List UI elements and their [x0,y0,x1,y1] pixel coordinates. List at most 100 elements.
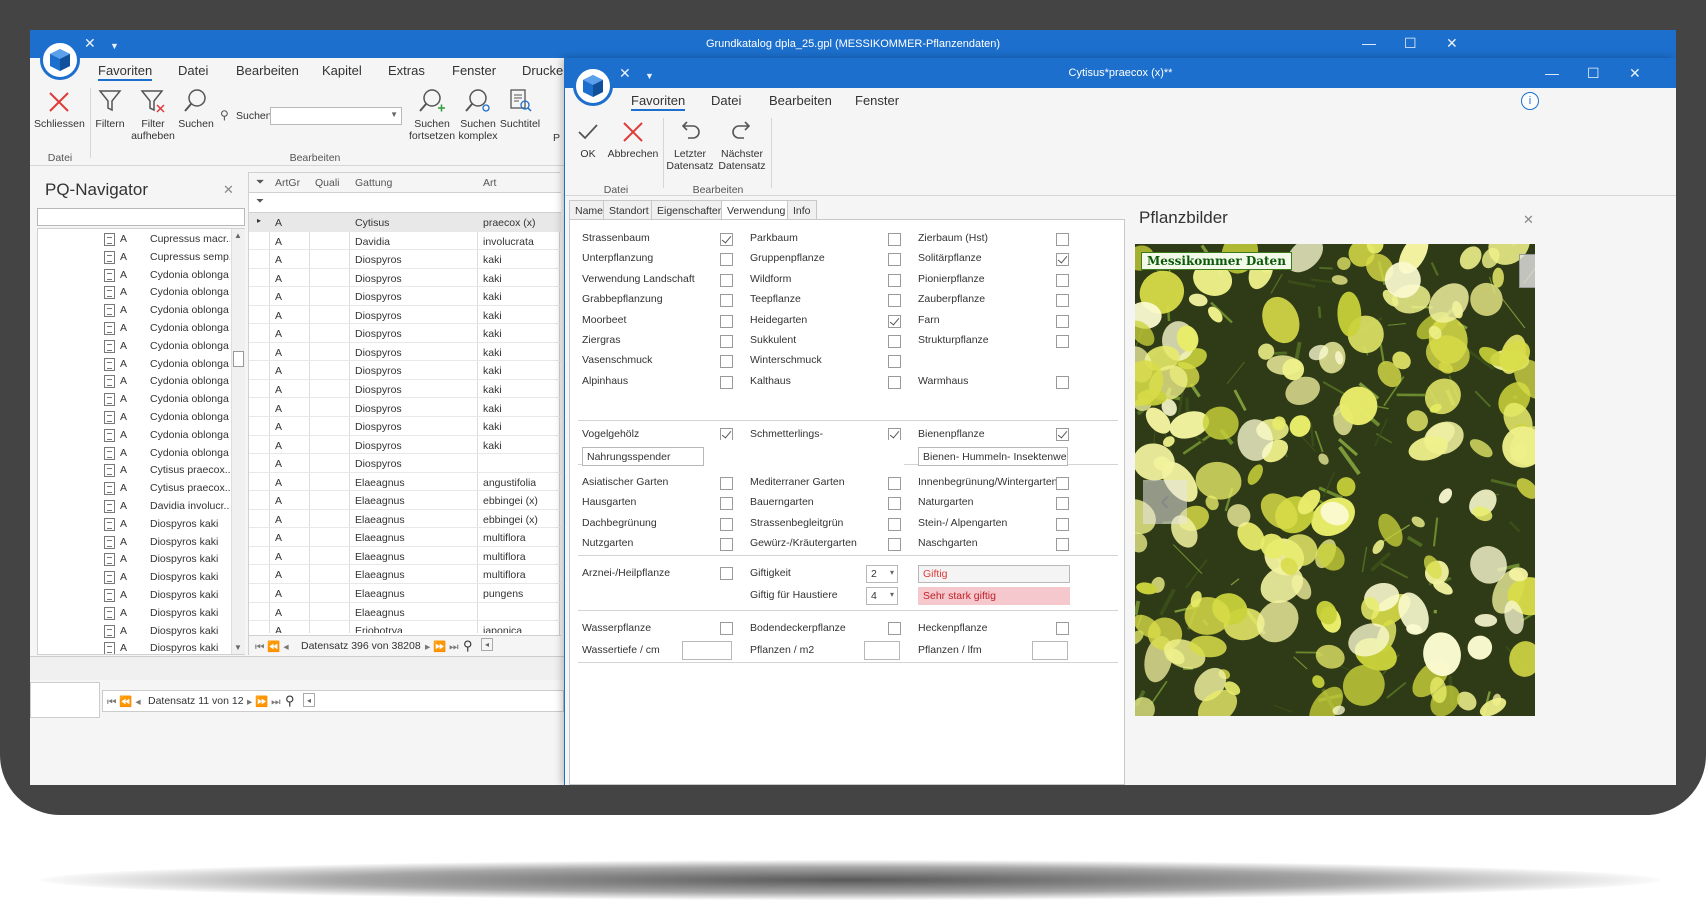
garden-checkbox[interactable] [888,477,901,490]
usage-checkbox[interactable] [888,253,901,267]
table-row[interactable]: A Diospyros kaki [249,380,561,399]
vogel-value-field[interactable]: Nahrungsspender [582,447,704,466]
menu-datei[interactable]: Datei [178,63,208,78]
menu-fenster[interactable]: Fenster [452,63,496,78]
detail-menu-fenster[interactable]: Fenster [855,93,899,108]
filter-off-button[interactable]: Filter aufheben [130,88,176,142]
usage-checkbox[interactable] [888,355,901,369]
table-row[interactable]: ▸ A Cytisus praecox (x) [249,213,561,232]
table-row[interactable]: A Davidia involucrata [249,232,561,251]
menu-drucken[interactable]: Drucke [522,63,563,78]
tab-verwendung[interactable]: Verwendung [721,200,792,220]
table-row[interactable]: A Diospyros kaki [249,417,561,436]
garden-checkbox[interactable] [888,538,901,552]
usage-checkbox[interactable] [888,233,901,246]
list-item[interactable]: A Davidia involucr... [38,496,244,514]
search-complex-button[interactable]: Suchen komplex [456,88,500,142]
search-title-button[interactable]: Suchtitel [498,88,542,130]
plant-photo[interactable]: Messikommer Daten ‹ [1135,244,1535,716]
gift-select[interactable]: 2 ▾ [866,565,898,583]
detail-maximize-icon[interactable]: ☐ [1587,65,1600,81]
table-row[interactable]: A Elaeagnus multiflora [249,565,561,584]
list-item[interactable]: A Cydonia oblonga [38,318,244,336]
prev-record-button[interactable]: Letzter Datensatz [665,120,715,172]
usage-checkbox[interactable] [888,273,901,287]
hecke-checkbox[interactable] [1056,622,1069,635]
table-row[interactable]: A Diospyros kaki [249,436,561,455]
close-icon[interactable]: ✕ [84,35,96,51]
grid-filter-icon[interactable]: ⏷ [256,176,264,189]
detail-menu-favoriten[interactable]: Favoriten [631,93,686,111]
chevron-down-icon[interactable]: ▾ [890,590,894,599]
list-item[interactable]: A Cydonia oblonga [38,425,244,443]
list-item[interactable]: A Diospyros kaki [38,638,244,654]
list-item[interactable]: A Diospyros kaki [38,585,244,603]
usage-checkbox[interactable] [720,273,733,287]
usage-checkbox[interactable] [888,335,901,348]
col-quali[interactable]: Quali [315,177,340,189]
table-row[interactable]: A Elaeagnus pungens [249,584,561,603]
usage-checkbox[interactable] [888,294,901,308]
list-item[interactable]: A Diospyros kaki [38,567,244,585]
col-art[interactable]: Art [483,177,496,189]
minimize-icon[interactable]: — [1362,35,1376,51]
usage-checkbox[interactable] [720,233,733,246]
table-row[interactable]: A Diospyros kaki [249,399,561,417]
cancel-button[interactable]: Abbrechen [605,120,661,160]
list-item[interactable]: A Cytisus praecox... [38,478,244,496]
chevron-down-icon[interactable]: ▼ [390,110,398,119]
boden-checkbox[interactable] [888,622,901,635]
garden-checkbox[interactable] [1056,538,1069,552]
table-row[interactable]: A Eriobotrya japonica [249,621,561,633]
navigator-scroll-thumb[interactable] [233,351,244,367]
app-logo[interactable] [40,40,80,80]
search-combo[interactable]: ▼ [270,107,402,125]
usage-checkbox[interactable] [720,253,733,267]
menu-extras[interactable]: Extras [388,63,425,78]
grid-scroll-left-icon[interactable]: ◂ [481,638,493,651]
wasser-checkbox[interactable] [720,622,733,635]
info-icon[interactable]: i [1521,92,1539,110]
table-row[interactable]: A Elaeagnus ebbingei (x) [249,510,561,529]
pflanzbilder-close-icon[interactable]: ✕ [1523,212,1534,228]
usage-checkbox[interactable] [1056,253,1069,267]
close-button[interactable]: Schliessen [34,90,85,130]
scroll-up-icon[interactable]: ▲ [234,231,242,240]
table-row[interactable]: A Diospyros kaki [249,324,561,343]
tab-eigenschaften[interactable]: Eigenschaften [651,200,730,220]
window-close-icon[interactable]: ✕ [1446,35,1458,51]
grid-filter-row[interactable]: ⏷ [249,193,561,213]
list-item[interactable]: A Cydonia oblonga [38,265,244,283]
gift-tier-select[interactable]: 4 ▾ [866,587,898,605]
detail-window-close-icon[interactable]: ✕ [1629,65,1641,81]
list-item[interactable]: A Cydonia oblonga [38,282,244,300]
search-button[interactable]: Suchen [176,88,216,130]
nav-pager-first-icons[interactable]: ⏮ ⏪ ◂ [107,695,141,709]
table-row[interactable]: A Elaeagnus ebbingei (x) [249,491,561,510]
nav-pager-next-icons[interactable]: ▸ ⏩ ⏭ [247,695,281,709]
nav-scroll-left-icon[interactable]: ◂ [303,693,315,707]
prev-image-chevron-icon[interactable]: ‹ [1143,480,1187,524]
table-row[interactable]: A Diospyros kaki [249,287,561,306]
usage-checkbox[interactable] [1056,273,1069,287]
ok-button[interactable]: OK [571,120,605,160]
tab-standort[interactable]: Standort [603,200,655,220]
list-item[interactable]: A Cydonia oblonga [38,354,244,372]
garden-checkbox[interactable] [1056,517,1069,531]
detail-quick-dropdown-icon[interactable]: ▼ [645,68,654,84]
quick-access-dropdown-icon[interactable]: ▼ [110,38,119,54]
garden-checkbox[interactable] [720,538,733,552]
usage-checkbox[interactable] [1056,294,1069,308]
table-row[interactable]: A Diospyros kaki [249,361,561,380]
grid-pager-next-icons[interactable]: ▸ ⏩ ⏭ [425,640,459,654]
tab-info[interactable]: Info [787,200,817,220]
table-row[interactable]: A Elaeagnus multiflora [249,547,561,566]
wassertiefe-input[interactable] [682,641,732,660]
list-item[interactable]: A Cupressus semp... [38,247,244,265]
usage-checkbox[interactable] [720,314,733,328]
garden-checkbox[interactable] [720,497,733,511]
navigator-filter-input[interactable] [37,208,245,226]
detail-app-logo[interactable] [573,66,613,106]
list-item[interactable]: A Cydonia oblonga [38,300,244,318]
usage-checkbox[interactable] [888,375,901,389]
